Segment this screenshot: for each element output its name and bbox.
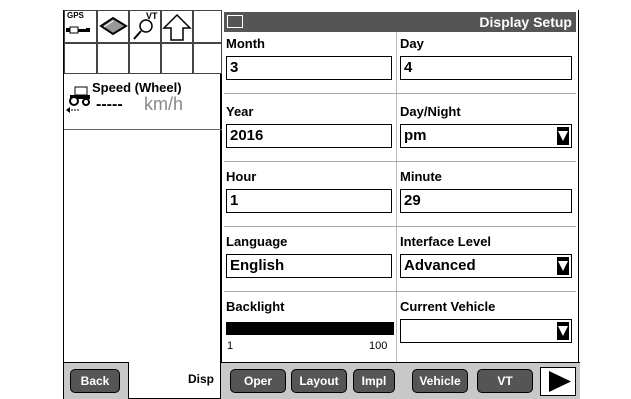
softkey-bar: Back Disp Oper Layout Impl Vehicle VT <box>64 362 580 399</box>
month-label: Month <box>226 36 265 51</box>
day-input[interactable]: 4 <box>400 56 572 80</box>
minute-label: Minute <box>400 169 442 184</box>
daynight-label: Day/Night <box>400 104 461 119</box>
play-arrow-icon <box>549 371 571 392</box>
speed-value: ----- <box>96 96 123 113</box>
implement-icon <box>99 16 128 36</box>
daynight-value: pm <box>404 127 427 144</box>
up-arrow-cell[interactable] <box>161 10 193 43</box>
terminal-screen: GPS VT Speed (Wheel) ----- km/h Display … <box>63 10 580 399</box>
display-setup-panel: Display Setup Month 3 Day 4 Year 2016 Da… <box>224 10 579 362</box>
month-field: Month 3 <box>224 36 396 86</box>
row-divider <box>224 161 576 162</box>
current-vehicle-field: Current Vehicle <box>398 299 576 349</box>
status-icon-grid: GPS VT <box>64 10 222 74</box>
backlight-label: Backlight <box>226 299 285 314</box>
column-divider <box>396 32 397 362</box>
daynight-select[interactable]: pm <box>400 124 572 148</box>
interface-level-value: Advanced <box>404 257 476 274</box>
arrow-up-icon <box>162 13 192 41</box>
next-button[interactable] <box>540 367 576 396</box>
tab-disp[interactable]: Disp <box>128 362 221 399</box>
backlight-max-label: 100 <box>369 340 388 352</box>
empty-status-cell <box>97 43 129 74</box>
page-title: Display Setup <box>479 14 572 30</box>
chevron-down-icon[interactable] <box>557 322 569 340</box>
day-label: Day <box>400 36 424 51</box>
tab-vt[interactable]: VT <box>477 369 533 393</box>
row-divider <box>224 291 576 292</box>
vt-status-cell[interactable]: VT <box>129 10 161 43</box>
speed-readout[interactable]: Speed (Wheel) ----- km/h <box>64 74 222 130</box>
language-input[interactable]: English <box>226 254 392 278</box>
interface-level-label: Interface Level <box>400 234 492 249</box>
backlight-slider[interactable] <box>226 322 394 335</box>
tab-layout[interactable]: Layout <box>291 369 347 393</box>
tab-impl[interactable]: Impl <box>353 369 395 393</box>
day-field: Day 4 <box>398 36 576 86</box>
current-vehicle-label: Current Vehicle <box>400 299 496 314</box>
speed-unit: km/h <box>144 94 184 114</box>
empty-status-cell <box>64 43 97 74</box>
implement-status-cell[interactable] <box>97 10 129 43</box>
tab-vehicle[interactable]: Vehicle <box>412 369 468 393</box>
interface-level-select[interactable]: Advanced <box>400 254 572 278</box>
month-input[interactable]: 3 <box>226 56 392 80</box>
row-divider <box>224 226 576 227</box>
title-bar: Display Setup <box>224 12 576 32</box>
minute-input[interactable]: 29 <box>400 189 572 213</box>
minute-field: Minute 29 <box>398 169 576 219</box>
empty-status-cell <box>193 43 222 74</box>
hour-field: Hour 1 <box>224 169 396 219</box>
hour-label: Hour <box>226 169 257 184</box>
backlight-min-label: 1 <box>227 340 234 352</box>
daynight-field: Day/Night pm <box>398 104 576 154</box>
row-divider <box>224 93 576 94</box>
year-input[interactable]: 2016 <box>226 124 392 148</box>
status-panel: GPS VT Speed (Wheel) ----- km/h <box>64 10 222 362</box>
tab-oper[interactable]: Oper <box>230 369 286 393</box>
current-vehicle-select[interactable] <box>400 319 572 343</box>
language-field: Language English <box>224 234 396 284</box>
back-button[interactable]: Back <box>70 369 120 393</box>
gps-satellite-icon <box>66 26 90 34</box>
year-label: Year <box>226 104 254 119</box>
magnifier-icon <box>133 19 153 40</box>
hour-input[interactable]: 1 <box>226 189 392 213</box>
empty-status-cell <box>161 43 193 74</box>
speed-title: Speed (Wheel) <box>92 80 182 95</box>
chevron-down-icon[interactable] <box>557 127 569 145</box>
year-field: Year 2016 <box>224 104 396 154</box>
gps-status-cell[interactable]: GPS <box>64 10 97 43</box>
screen-icon <box>227 15 243 28</box>
chevron-down-icon[interactable] <box>557 257 569 275</box>
empty-status-cell <box>129 43 161 74</box>
language-label: Language <box>226 234 288 249</box>
tab-disp-label: Disp <box>187 372 214 386</box>
empty-status-cell <box>193 10 222 43</box>
tractor-icon <box>66 86 90 113</box>
interface-level-field: Interface Level Advanced <box>398 234 576 284</box>
gps-label: GPS <box>67 11 84 20</box>
